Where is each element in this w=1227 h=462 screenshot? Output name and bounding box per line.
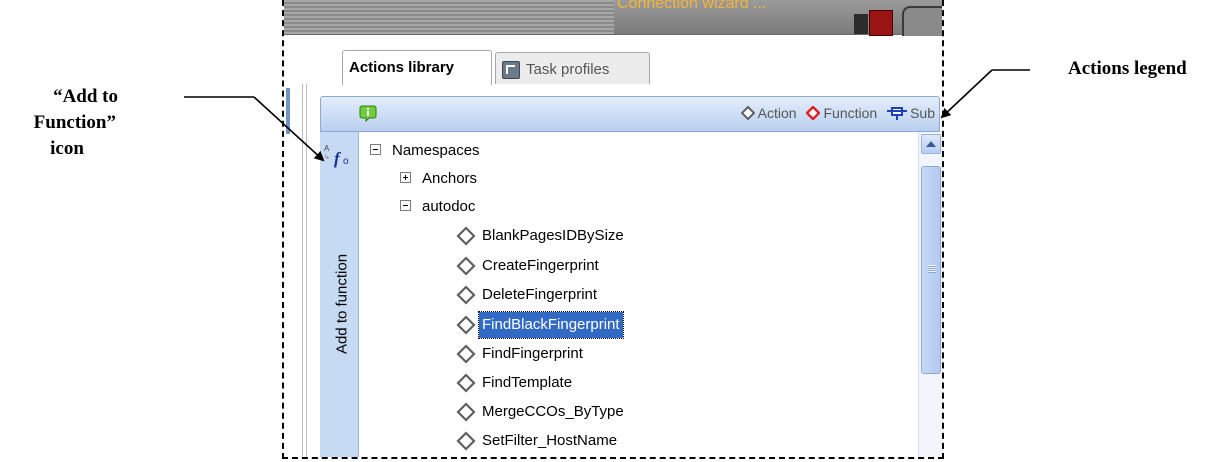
tab-label: Task profiles <box>526 61 610 78</box>
legend-item-action: Action <box>740 105 801 121</box>
window-top-bar: Connection wizard ... <box>284 0 942 36</box>
tab-label: Actions library <box>349 59 455 76</box>
callout-line-3: icon <box>50 138 84 159</box>
actions-legend-callout: Actions legend <box>1068 58 1187 79</box>
legend-item-function: Function <box>805 105 881 121</box>
tree-node-label: Namespaces <box>392 142 480 159</box>
tree-leaf-label: BlankPagesIDBySize <box>482 227 624 244</box>
scroll-thumb[interactable] <box>921 166 941 374</box>
scroll-up-button[interactable] <box>921 134 941 154</box>
scroll-grip <box>928 265 936 273</box>
collapse-toggle-icon[interactable] <box>400 200 411 211</box>
tree-scrollbar[interactable] <box>918 132 942 457</box>
callout-line-1: “Add to <box>53 86 118 107</box>
actions-legend-arrow <box>940 69 1030 119</box>
action-diamond-icon <box>456 226 476 246</box>
diamond-red-icon <box>805 105 822 121</box>
legend-label-function: Function <box>823 105 878 121</box>
window-control-dark <box>854 14 868 34</box>
close-window-button[interactable] <box>869 10 893 36</box>
actions-tree: Namespaces Anchors autodoc BlankPagesIDB… <box>360 132 916 457</box>
tree-leaf-label-selected: FindBlackFingerprint <box>478 311 624 339</box>
task-profiles-icon <box>502 61 520 80</box>
tab-actions-library[interactable]: Actions library <box>342 50 492 85</box>
diamond-outline-icon <box>740 105 756 121</box>
add-to-function-callout: “Add to Function” icon <box>0 84 130 162</box>
add-to-function-label: Add to function <box>333 253 351 355</box>
svg-text:↳: ↳ <box>324 153 330 161</box>
svg-text:o: o <box>343 156 349 167</box>
svg-text:f: f <box>334 149 342 168</box>
add-to-function-icon[interactable]: A ↳ f o <box>322 142 354 168</box>
action-diamond-icon <box>456 256 476 276</box>
tab-task-profiles[interactable]: Task profiles <box>495 52 650 84</box>
tree-node-label: Anchors <box>422 170 478 187</box>
title-stripes <box>284 0 614 34</box>
info-icon[interactable] <box>359 104 377 122</box>
expand-toggle-icon[interactable] <box>400 172 411 183</box>
splitter-handle[interactable] <box>286 88 290 134</box>
action-diamond-icon <box>456 285 476 305</box>
actions-legend: Action Function Sub <box>735 105 935 121</box>
tree-leaf-label: FindTemplate <box>482 374 573 391</box>
action-diamond-icon <box>456 373 476 393</box>
sub-connector-icon <box>887 107 908 120</box>
svg-text:A: A <box>324 144 330 153</box>
screenshot-frame: Connection wizard ... Actions library Ta… <box>282 0 944 459</box>
panel-divider <box>306 84 307 457</box>
legend-item-sub: Sub <box>887 105 935 121</box>
tree-leaf-label: DeleteFingerprint <box>482 286 598 303</box>
actions-legend-bar: Action Function Sub <box>320 96 940 132</box>
collapse-toggle-icon[interactable] <box>370 144 381 155</box>
window-title-fragment: Connection wizard ... <box>617 0 767 12</box>
action-diamond-icon <box>456 344 476 364</box>
action-diamond-icon <box>456 431 476 451</box>
tree-leaf-label: MergeCCOs_ByType <box>482 403 624 420</box>
panel-divider <box>302 84 303 457</box>
action-diamond-icon <box>456 315 476 335</box>
action-diamond-icon <box>456 402 476 422</box>
window-edge <box>902 6 942 36</box>
legend-label-action: Action <box>757 105 797 121</box>
tree-leaf-label: FindFingerprint <box>482 345 583 362</box>
tree-leaf-label: CreateFingerprint <box>482 257 599 274</box>
tree-node-label: autodoc <box>422 198 476 215</box>
legend-label-sub: Sub <box>910 105 935 121</box>
callout-line-2: Function” <box>33 112 116 133</box>
add-to-function-sidebar[interactable]: A ↳ f o Add to function <box>320 132 359 457</box>
tree-leaf-label: SetFilter_HostName <box>482 432 618 449</box>
